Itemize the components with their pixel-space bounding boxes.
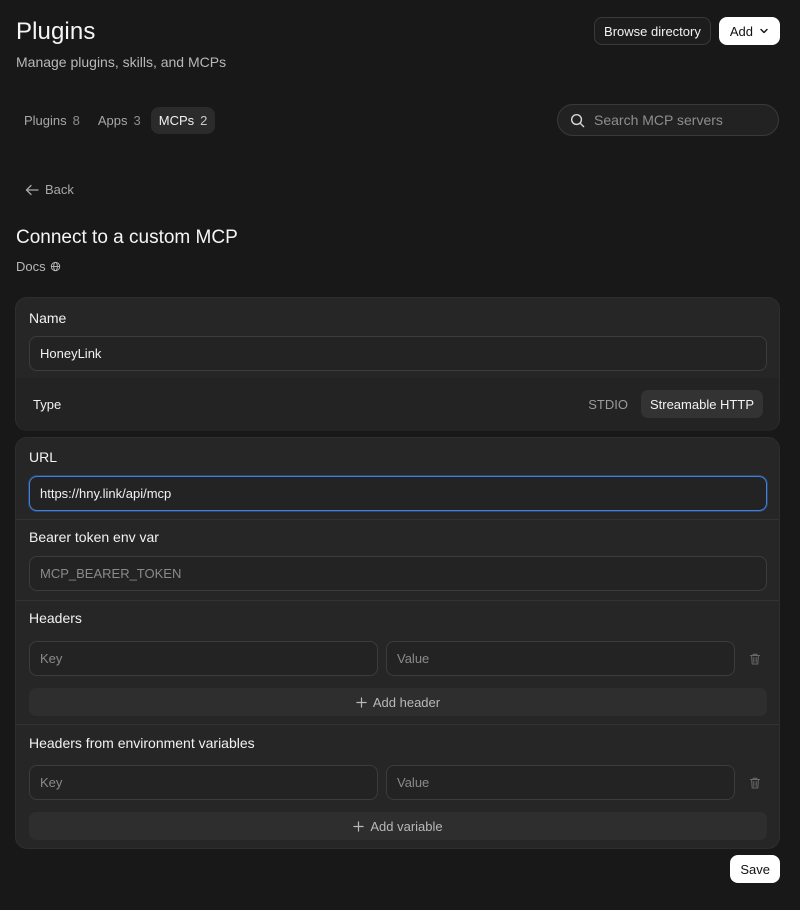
tab-plugins[interactable]: Plugins 8 [16,107,88,134]
plus-icon [353,820,365,832]
tab-count: 2 [200,113,208,128]
add-button[interactable]: Add [718,17,780,45]
tab-mcps[interactable]: MCPs 2 [150,107,216,134]
header-key-input[interactable] [29,641,378,676]
docs-link[interactable]: Docs [16,259,61,274]
type-row: Type STDIO Streamable HTTP [16,378,779,431]
name-type-card: Name Type STDIO Streamable HTTP [15,297,780,431]
header-actions: Browse directory Add [594,17,780,45]
type-selector: STDIO Streamable HTTP [579,390,763,418]
type-label: Type [33,397,62,412]
type-option-streamable-http[interactable]: Streamable HTTP [640,390,763,418]
trash-icon[interactable] [748,652,762,666]
search-box [557,104,779,136]
add-variable-button[interactable]: Add variable [29,812,767,840]
name-input[interactable] [29,336,767,371]
docs-label: Docs [16,259,46,274]
headers-label: Headers [29,610,82,626]
arrow-left-icon [25,184,39,195]
globe-icon [50,261,60,272]
tab-label: Apps [97,113,128,128]
search-input[interactable] [594,112,764,128]
section-title: Connect to a custom MCP [16,227,238,248]
name-label: Name [29,310,67,326]
tab-label: Plugins [24,113,67,128]
chevron-down-icon [760,28,768,34]
tab-bar: Plugins 8 Apps 3 MCPs 2 [16,107,216,134]
browse-directory-button[interactable]: Browse directory [594,17,711,45]
page-subtitle: Manage plugins, skills, and MCPs [16,54,227,70]
tab-count: 8 [72,113,80,128]
type-option-stdio[interactable]: STDIO [579,390,637,418]
back-label: Back [45,182,74,197]
tab-label: MCPs [158,113,195,128]
env-headers-label: Headers from environment variables [29,735,255,751]
back-link[interactable]: Back [25,182,74,197]
bearer-token-label: Bearer token env var [29,529,159,545]
plus-icon [356,696,367,708]
header-value-input[interactable] [386,641,735,676]
add-header-button[interactable]: Add header [29,688,767,716]
connection-card: URL Bearer token env var Headers Add hea… [15,437,780,849]
save-button[interactable]: Save [730,855,780,883]
section-divider [16,519,779,520]
env-key-input[interactable] [29,765,378,800]
add-button-label: Add [729,23,753,39]
url-label: URL [29,449,58,465]
url-input[interactable] [29,476,767,511]
section-divider [16,600,779,601]
env-value-input[interactable] [386,765,735,800]
section-divider [16,724,779,725]
add-variable-label: Add variable [370,818,443,834]
tab-count: 3 [133,113,141,128]
page-title: Plugins [16,18,96,45]
search-icon [570,113,585,127]
add-header-label: Add header [372,694,441,710]
trash-icon[interactable] [748,776,762,790]
bearer-token-input[interactable] [29,556,767,591]
tab-apps[interactable]: Apps 3 [90,107,149,134]
